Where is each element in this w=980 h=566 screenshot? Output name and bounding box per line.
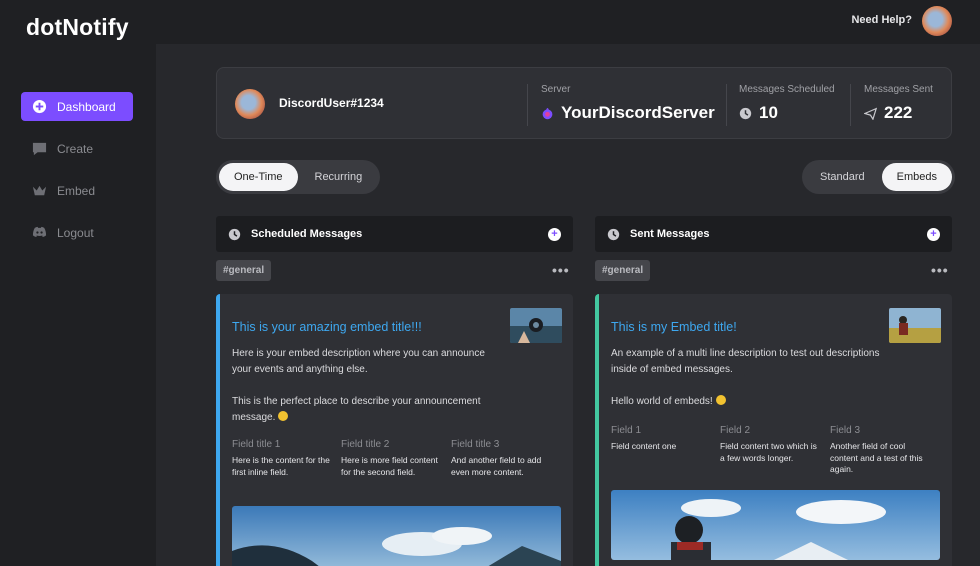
sidebar-item-logout[interactable]: Logout (21, 218, 133, 247)
sidebar-item-dashboard[interactable]: Dashboard (21, 92, 133, 121)
field-title: Field 1 (611, 425, 642, 436)
profile-avatar (235, 89, 265, 119)
server-value: YourDiscordServer (541, 103, 715, 123)
clock-icon (607, 228, 620, 240)
embed-card[interactable]: This is my Embed title! An example of a … (595, 294, 952, 566)
add-scheduled-button[interactable]: + (548, 227, 561, 241)
schedule-type-toggle: One-Time Recurring (216, 160, 381, 194)
scheduled-label: Messages Scheduled (739, 84, 835, 95)
sidebar-item-create[interactable]: Create (21, 134, 133, 163)
server-name: YourDiscordServer (561, 103, 715, 122)
username: DiscordUser#1234 (279, 96, 384, 110)
message-type-toggle: Standard Embeds (802, 160, 956, 194)
profile-card: DiscordUser#1234 Server YourDiscordServe… (216, 67, 952, 139)
column-title: Sent Messages (630, 228, 710, 240)
sidebar-item-label: Logout (57, 225, 94, 240)
field-value: Here is more field content for the secon… (341, 455, 438, 477)
sidebar: dotNotify Dashboard Create Embed Logout (0, 0, 156, 566)
embed-field: Field 2 Field content two which is a few… (720, 425, 820, 464)
field-value: Field content one (611, 441, 677, 451)
embed-thumbnail (510, 308, 562, 343)
embed-image (232, 506, 561, 566)
logo-text: dotNotify (26, 14, 129, 40)
field-value: Another field of cool content and a test… (830, 441, 923, 474)
more-options-icon[interactable]: ••• (552, 262, 570, 278)
embed-description: Here is your embed description where you… (232, 348, 485, 423)
field-value: And another field to add even more conte… (451, 455, 542, 477)
sent-value: 222 (864, 103, 912, 123)
sidebar-item-label: Dashboard (57, 99, 116, 114)
sent-messages-header: Sent Messages + (595, 216, 952, 252)
waving-hand-emoji-icon (715, 395, 726, 405)
tab-standard[interactable]: Standard (805, 163, 880, 191)
user-avatar[interactable] (922, 6, 952, 36)
send-icon (864, 107, 877, 120)
sunglasses-emoji-icon (278, 411, 289, 421)
scheduled-count: 10 (759, 103, 778, 122)
tab-embeds[interactable]: Embeds (881, 163, 953, 191)
embed-title: This is my Embed title! (611, 320, 737, 334)
embed-accent-bar (216, 294, 220, 566)
embed-title: This is your amazing embed title!!! (232, 320, 422, 334)
sidebar-item-label: Create (57, 141, 94, 156)
scheduled-value: 10 (739, 103, 778, 123)
help-link[interactable]: Need Help? (851, 14, 912, 26)
channel-tag[interactable]: #general (216, 260, 272, 281)
channel-tag[interactable]: #general (595, 260, 651, 281)
embed-description: An example of a multi line description t… (611, 348, 880, 407)
tab-recurring[interactable]: Recurring (300, 163, 378, 191)
column-title: Scheduled Messages (251, 228, 363, 240)
field-title: Field 3 (830, 425, 861, 436)
field-title: Field title 2 (341, 439, 390, 450)
divider (726, 84, 727, 126)
server-icon (542, 107, 553, 119)
scheduled-messages-header: Scheduled Messages + (216, 216, 573, 252)
sidebar-item-embed[interactable]: Embed (21, 176, 133, 205)
sidebar-item-label: Embed (57, 183, 96, 198)
field-title: Field title 1 (232, 439, 281, 450)
embed-card[interactable]: This is your amazing embed title!!! Here… (216, 294, 573, 566)
field-title: Field 2 (720, 425, 751, 436)
sent-label: Messages Sent (864, 84, 933, 95)
divider (850, 84, 851, 126)
top-bar: Need Help? (156, 0, 980, 44)
clock-icon (228, 228, 241, 240)
embed-field: Field 1 Field content one (611, 425, 711, 453)
field-title: Field title 3 (451, 439, 500, 450)
more-options-icon[interactable]: ••• (931, 262, 949, 278)
embed-thumbnail (889, 308, 941, 343)
server-label: Server (541, 84, 571, 95)
embed-field: Field title 3 And another field to add e… (451, 439, 551, 478)
embed-accent-bar (595, 294, 599, 566)
sent-count: 222 (884, 103, 913, 122)
embed-field: Field title 1 Here is the content for th… (232, 439, 332, 478)
embed-field: Field title 2 Here is more field content… (341, 439, 441, 478)
embed-field: Field 3 Another field of cool content an… (830, 425, 930, 476)
add-sent-button[interactable]: + (927, 227, 940, 241)
crown-icon (32, 183, 47, 198)
app-logo[interactable]: dotNotify (26, 14, 129, 41)
field-value: Field content two which is a few words l… (720, 441, 817, 463)
embed-image (611, 490, 940, 560)
tab-one-time[interactable]: One-Time (219, 163, 298, 191)
field-value: Here is the content for the first inline… (232, 455, 330, 477)
clock-icon (739, 107, 752, 119)
chat-bubble-icon (32, 141, 47, 156)
discord-icon (32, 225, 47, 240)
divider (527, 84, 528, 126)
plus-circle-icon (32, 99, 47, 114)
